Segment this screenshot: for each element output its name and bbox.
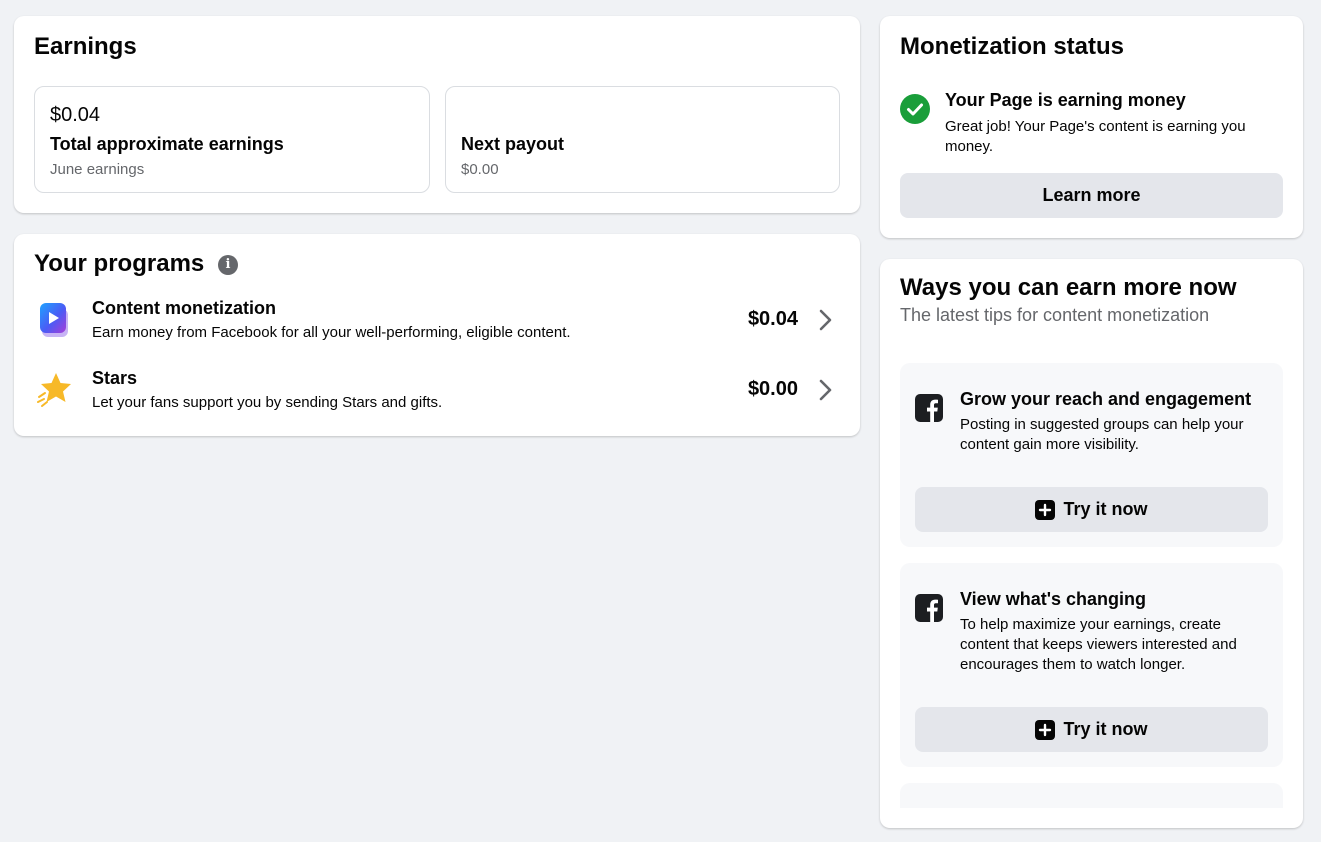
total-earnings-sub: June earnings: [50, 161, 145, 178]
tip-title: View what's changing: [960, 589, 1146, 609]
programs-card: Your programs i Content monetization Ear…: [14, 234, 860, 436]
total-earnings-box[interactable]: $0.04 Total approximate earnings June ea…: [34, 86, 430, 193]
learn-more-button[interactable]: Learn more: [900, 173, 1283, 218]
next-payout-sub: $0.00: [461, 161, 499, 178]
try-it-now-label: Try it now: [1063, 499, 1148, 519]
program-amount: $0.00: [747, 378, 798, 400]
tip-card: Grow your reach and engagement Posting i…: [900, 363, 1283, 547]
program-row-stars[interactable]: Stars Let your fans support you by sendi…: [14, 368, 860, 428]
tip-card-partial: [900, 783, 1283, 808]
monetization-title: Monetization status: [900, 33, 1125, 60]
plus-square-icon: [1035, 719, 1056, 740]
status-title: Your Page is earning money: [945, 90, 1186, 110]
plus-square-icon: [1035, 499, 1056, 520]
facebook-icon: [915, 594, 943, 622]
chevron-right-icon: [819, 379, 832, 401]
program-desc: Let your fans support you by sending Sta…: [92, 394, 443, 411]
programs-title: Your programs: [34, 250, 205, 277]
facebook-icon: [915, 394, 943, 422]
check-circle-icon: [900, 94, 930, 124]
earnings-card: Earnings $0.04 Total approximate earning…: [14, 16, 860, 213]
program-title: Content monetization: [92, 298, 276, 318]
play-video-icon: [40, 303, 68, 337]
next-payout-box[interactable]: Next payout $0.00: [445, 86, 840, 193]
info-icon[interactable]: i: [218, 255, 238, 275]
status-desc: Great job! Your Page's content is earnin…: [945, 118, 1246, 155]
ways-title: Ways you can earn more now: [900, 274, 1237, 301]
tip-desc: To help maximize your earnings, create c…: [960, 616, 1237, 673]
program-title: Stars: [92, 368, 138, 388]
ways-subtitle: The latest tips for content monetization: [900, 305, 1210, 325]
tip-title: Grow your reach and engagement: [960, 389, 1252, 409]
tip-card: View what's changing To help maximize yo…: [900, 563, 1283, 767]
program-desc: Earn money from Facebook for all your we…: [92, 324, 571, 341]
monetization-status-card: Monetization status Your Page is earning…: [880, 16, 1303, 238]
try-it-now-label: Try it now: [1063, 719, 1148, 739]
try-it-now-button[interactable]: Try it now: [915, 707, 1268, 752]
program-amount: $0.04: [747, 308, 798, 330]
try-it-now-button[interactable]: Try it now: [915, 487, 1268, 532]
star-icon: [37, 373, 71, 407]
chevron-right-icon: [819, 309, 832, 331]
total-earnings-value: $0.04: [50, 104, 101, 126]
tip-desc: Posting in suggested groups can help you…: [960, 416, 1244, 453]
earnings-title: Earnings: [34, 33, 137, 60]
program-row-content-monetization[interactable]: Content monetization Earn money from Fac…: [14, 298, 860, 358]
ways-to-earn-card: Ways you can earn more now The latest ti…: [880, 259, 1303, 828]
total-earnings-label: Total approximate earnings: [50, 134, 284, 154]
next-payout-label: Next payout: [461, 134, 565, 154]
